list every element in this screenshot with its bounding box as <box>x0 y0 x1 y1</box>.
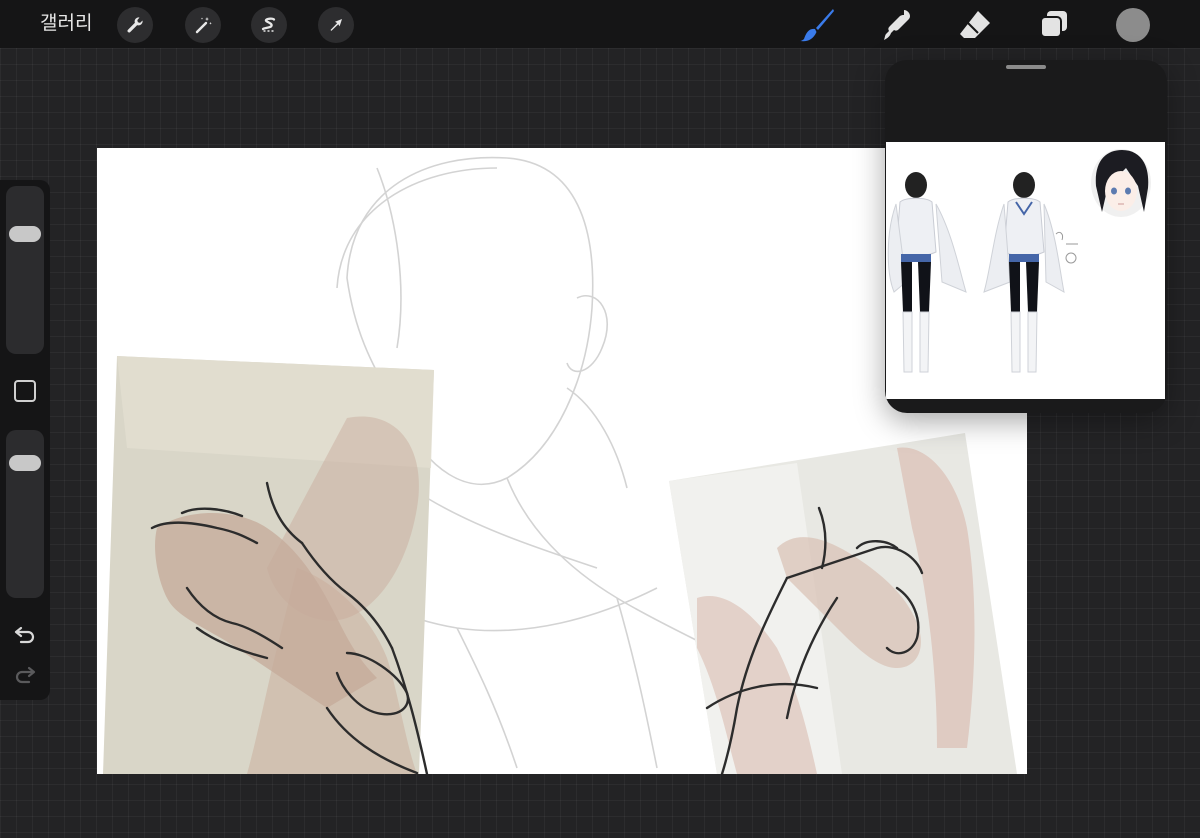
magic-wand-icon <box>195 17 212 34</box>
reference-image <box>886 142 1165 399</box>
gallery-button[interactable]: 갤러리 <box>40 11 92 37</box>
modify-square-icon[interactable] <box>14 380 36 402</box>
top-toolbar: 갤러리 <box>0 0 1200 48</box>
reference-drag-handle[interactable] <box>1006 65 1046 69</box>
undo-icon[interactable] <box>13 622 37 646</box>
layers-icon[interactable] <box>1035 6 1073 44</box>
selection-icon <box>261 17 276 32</box>
transform-arrow-icon <box>330 19 342 31</box>
opacity-slider[interactable] <box>6 430 44 598</box>
brush-icon[interactable] <box>799 6 837 44</box>
actions-button[interactable] <box>117 7 153 43</box>
opacity-thumb[interactable] <box>9 454 41 471</box>
adjustments-button[interactable] <box>185 7 221 43</box>
wrench-icon <box>127 17 143 33</box>
brush-size-thumb[interactable] <box>9 225 41 242</box>
character-reference-sheet <box>887 149 1151 373</box>
brush-size-slider[interactable] <box>6 186 44 354</box>
eraser-icon[interactable] <box>956 6 994 44</box>
color-picker-swatch[interactable] <box>1116 8 1150 42</box>
redo-icon[interactable] <box>13 662 37 686</box>
smudge-icon[interactable] <box>877 6 915 44</box>
transform-button[interactable] <box>318 7 354 43</box>
reference-window[interactable] <box>885 60 1167 413</box>
left-sidebar <box>0 180 50 700</box>
selection-button[interactable] <box>251 7 287 43</box>
